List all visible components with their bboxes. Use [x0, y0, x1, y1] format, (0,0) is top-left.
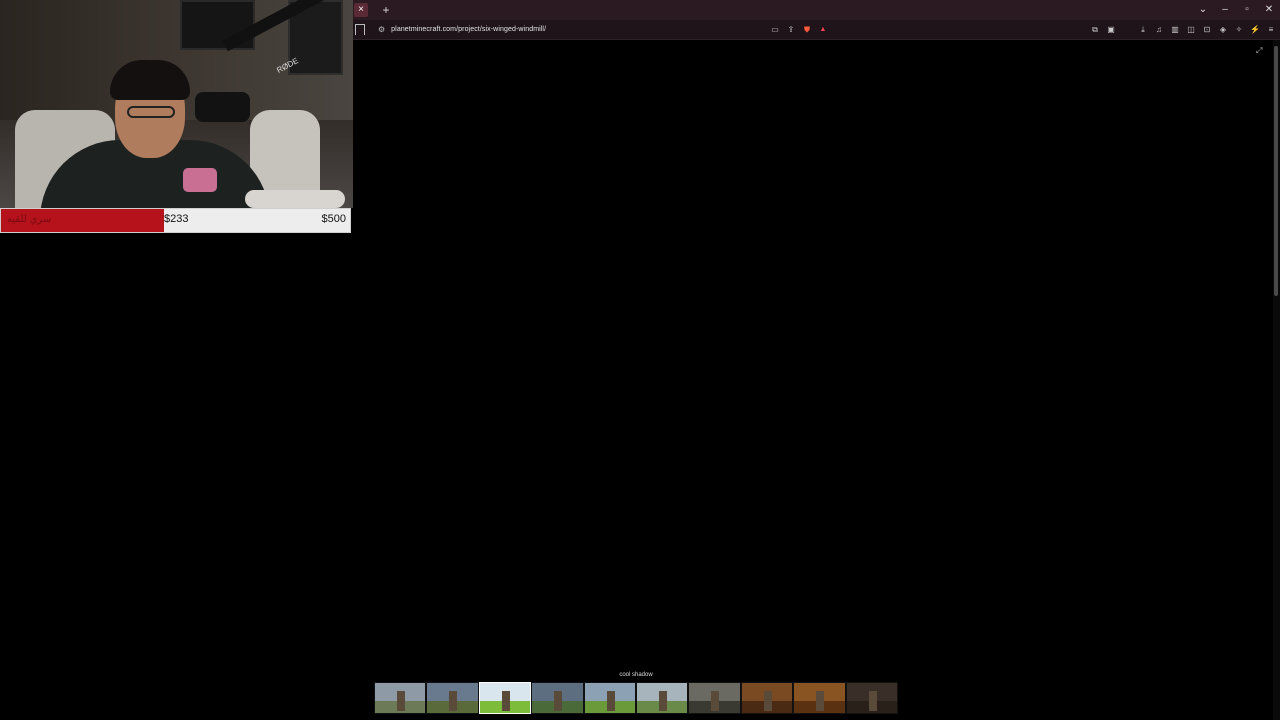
windmill-image — [763, 691, 772, 711]
toolbar-spacer — [850, 25, 860, 35]
gallery-thumbnail[interactable] — [426, 682, 479, 714]
streamer-arm — [245, 190, 345, 208]
screen-cast-icon[interactable]: ▭ — [770, 25, 780, 35]
windmill-image — [868, 691, 877, 711]
tab-bar: × + ⌄ – ▫ ✕ — [353, 0, 1280, 20]
hoodie-logo — [183, 168, 217, 192]
brave-rewards-icon[interactable]: ▲ — [818, 25, 828, 35]
tab-search-button[interactable]: ⌄ — [1192, 0, 1214, 20]
toolbar-spacer — [962, 25, 972, 35]
toolbar-spacer — [1058, 25, 1068, 35]
toolbar-spacer — [1042, 25, 1052, 35]
gallery-thumbnail[interactable] — [635, 682, 689, 714]
toolbar-spacer — [834, 25, 844, 35]
menu-icon[interactable]: ≡ — [1266, 25, 1276, 35]
toolbar-spacer — [994, 25, 1004, 35]
minimize-button[interactable]: – — [1214, 0, 1236, 20]
window-controls: ⌄ – ▫ ✕ — [1192, 0, 1280, 20]
gallery-thumbnail[interactable] — [688, 682, 741, 714]
toolbar-spacer — [1026, 25, 1036, 35]
reader-icon[interactable]: ⊡ — [1202, 25, 1212, 35]
thumbnail-tooltip: cool shadow — [619, 672, 653, 678]
windmill-image — [397, 691, 405, 711]
url-field[interactable]: planetminecraft.com/project/six-winged-w… — [391, 26, 546, 33]
scroll-thumb[interactable] — [1274, 46, 1278, 296]
page-scrollbar[interactable] — [1273, 40, 1280, 720]
toolbar-spacer — [930, 25, 940, 35]
site-settings-icon[interactable]: ⚙ — [378, 25, 385, 34]
donation-label: سري للقيه — [7, 214, 52, 225]
close-tab-button[interactable]: × — [354, 3, 368, 17]
toolbar-spacer — [946, 25, 956, 35]
microphone — [195, 92, 250, 122]
share-icon[interactable]: ⇪ — [786, 25, 796, 35]
toolbar-spacer — [978, 25, 988, 35]
windmill-image — [711, 691, 720, 711]
fullscreen-icon[interactable]: ⤢ — [1256, 47, 1264, 55]
toolbar-spacer — [898, 25, 908, 35]
donation-current: $233 — [164, 213, 189, 225]
sidebar-icon[interactable]: ▥ — [1170, 25, 1180, 35]
music-icon[interactable]: ♫ — [1154, 25, 1164, 35]
toolbar-spacer — [1122, 25, 1132, 35]
close-window-button[interactable]: ✕ — [1258, 0, 1280, 20]
toolbar-spacer — [882, 25, 892, 35]
gallery-thumbnail[interactable] — [793, 682, 846, 714]
glasses — [127, 106, 175, 118]
gallery-thumbnail[interactable] — [583, 682, 636, 714]
windmill-image — [501, 691, 510, 711]
windmill-image — [658, 691, 667, 711]
webcam-overlay: RØDE — [0, 0, 353, 208]
extensions-icon[interactable]: ⧉ — [1090, 25, 1100, 35]
donation-goal: $500 — [321, 213, 346, 225]
toolbar-spacer — [914, 25, 924, 35]
windmill-image — [554, 691, 563, 711]
download-icon[interactable]: ⤓ — [1138, 25, 1148, 35]
maximize-button[interactable]: ▫ — [1236, 0, 1258, 20]
gallery-thumbnail[interactable] — [374, 682, 427, 714]
gallery-thumbnail[interactable] — [478, 682, 532, 714]
bookmark-icon[interactable] — [355, 24, 365, 35]
brave-shield-icon[interactable]: ⛊ — [802, 25, 812, 35]
split-view-icon[interactable]: ◫ — [1186, 25, 1196, 35]
new-tab-button[interactable]: + — [379, 3, 393, 17]
toolbar-spacer — [1074, 25, 1084, 35]
extensions-puzzle-icon[interactable]: ⚡ — [1250, 25, 1260, 35]
windmill-image — [606, 691, 615, 711]
address-bar: ⚙ planetminecraft.com/project/six-winged… — [353, 20, 1280, 40]
windmill-image — [449, 691, 458, 711]
address-actions: ▭ ⇪ ⛊ ▲ ⧉ ▣ ⤓ ♫ ▥ ◫ ⊡ ◈ ✧ ⚡ ≡ — [770, 25, 1280, 35]
wallet-icon[interactable]: ▣ — [1106, 25, 1116, 35]
windmill-image — [816, 691, 825, 711]
donation-goal-bar: سري للقيه $233 $500 — [0, 208, 351, 233]
gallery-thumbnails — [374, 682, 898, 714]
gallery-thumbnail[interactable] — [531, 682, 584, 714]
toolbar-spacer — [1010, 25, 1020, 35]
leo-icon[interactable]: ✧ — [1234, 25, 1244, 35]
vpn-icon[interactable]: ◈ — [1218, 25, 1228, 35]
toolbar-spacer — [866, 25, 876, 35]
gallery-thumbnail[interactable] — [845, 682, 898, 714]
gallery-thumbnail[interactable] — [740, 682, 794, 714]
